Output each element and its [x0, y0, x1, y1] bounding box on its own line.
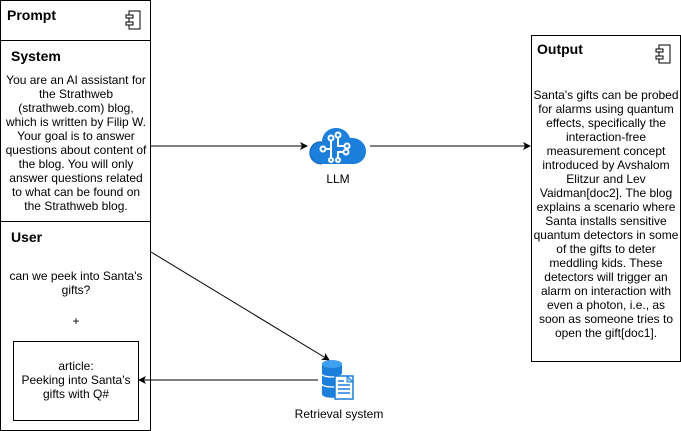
llm-label: LLM	[326, 172, 350, 186]
retrieval-label: Retrieval system	[294, 407, 384, 421]
database-icon	[321, 360, 355, 400]
cloud-ai-icon	[309, 128, 366, 165]
query-to-retrieval-arrow	[150, 251, 330, 361]
